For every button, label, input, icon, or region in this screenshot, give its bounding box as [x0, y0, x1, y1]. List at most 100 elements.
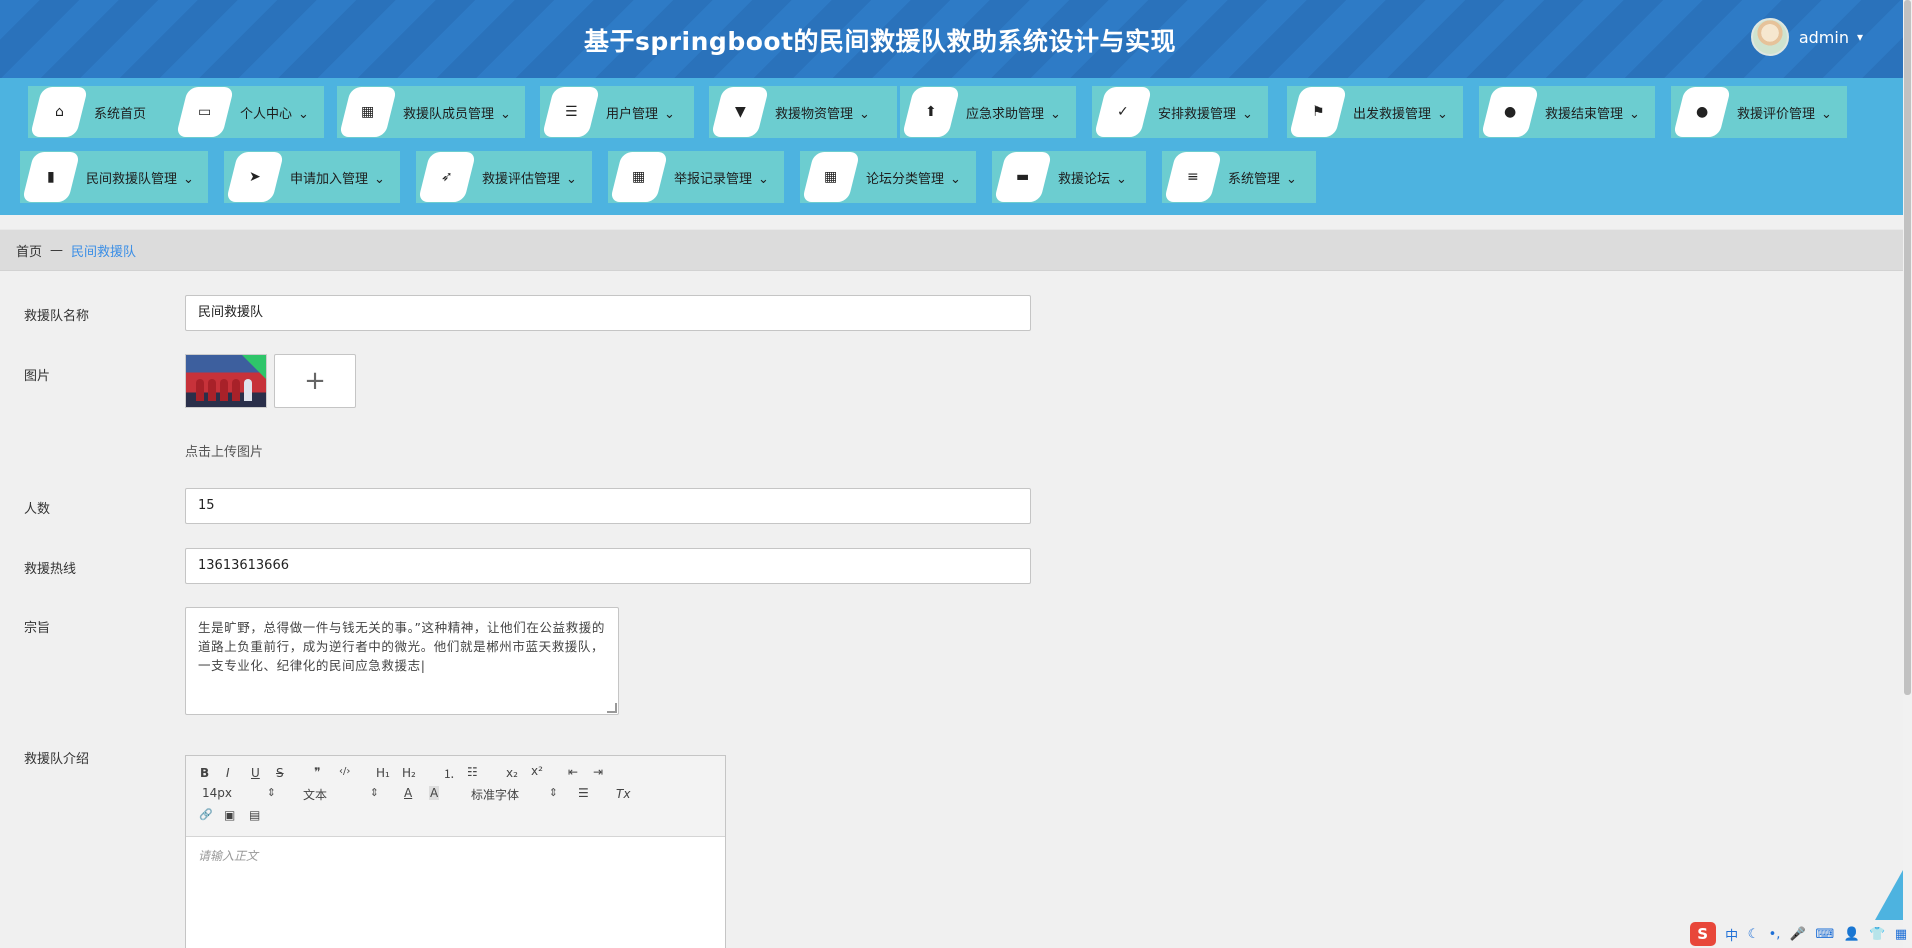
main-nav: ⌂ 系统首页 ▭ 个人中心 ⌄ ▦ 救援队成员管理 ⌄ ☰ 用户管理 ⌄ ▼ 救援物资管理 ⌄ ⬆ 应急求助管… [0, 78, 1903, 215]
chevron-down-icon: ⌄ [1116, 172, 1127, 187]
bold-icon[interactable]: B [200, 766, 209, 780]
keyboard-icon[interactable]: ⌨ [1815, 927, 1834, 942]
nav-item-system-management[interactable]: ≡ 系统管理 ⌄ [1162, 151, 1316, 203]
image-icon[interactable]: ▣ [224, 808, 235, 822]
purpose-label: 宗旨 [24, 621, 51, 636]
team-name-input[interactable]: 民间救援队 [185, 295, 1031, 331]
nav-item-departure-management[interactable]: ⚑ 出发救援管理 ⌄ [1287, 86, 1463, 138]
team-name-label: 救援队名称 [24, 309, 90, 324]
nav-label-end-management: 救援结束管理 ⌄ [1545, 103, 1640, 122]
strike-icon[interactable]: S [276, 766, 284, 780]
chevron-down-icon: ⌄ [1286, 172, 1297, 187]
user-icon[interactable]: 👤 [1844, 927, 1860, 942]
assessment-management-icon-glyph: ➶ [441, 169, 453, 185]
link-icon[interactable]: 🔗 [199, 808, 213, 821]
clear-format-icon[interactable]: Tx [616, 787, 630, 801]
underline-icon[interactable]: U [251, 766, 260, 780]
end-management-icon-glyph: ● [1503, 104, 1517, 120]
corner-decoration [1875, 870, 1903, 920]
chevron-down-icon: ⌄ [500, 107, 511, 122]
video-icon[interactable]: ▤ [249, 808, 260, 822]
nav-item-emergency-management[interactable]: ⬆ 应急求助管理 ⌄ [900, 86, 1076, 138]
chevron-down-icon: ⌄ [183, 172, 194, 187]
nav-label-text: 民间救援队管理 [86, 172, 178, 187]
nav-item-home[interactable]: ⌂ 系统首页 [28, 86, 182, 138]
uploaded-image-thumbnail[interactable] [185, 354, 267, 408]
nav-item-supplies-management[interactable]: ▼ 救援物资管理 ⌄ [709, 86, 897, 138]
nav-item-arrange-management[interactable]: ✓ 安排救援管理 ⌄ [1092, 86, 1268, 138]
forum-icon-glyph: ▬ [1016, 169, 1030, 185]
nav-label-text: 救援物资管理 [775, 107, 854, 122]
font-size-select[interactable]: 14px [202, 786, 276, 800]
outdent-icon[interactable]: ⇤ [568, 765, 578, 779]
purpose-textarea[interactable]: 生是旷野，总得做一件与钱无关的事。”这种精神，让他们在公益救援的道路上负重前行，… [185, 607, 619, 715]
assessment-management-icon: ➶ [417, 152, 477, 202]
upload-hint: 点击上传图片 [185, 445, 264, 460]
image-label: 图片 [24, 369, 51, 384]
moon-icon[interactable]: ☾ [1748, 927, 1760, 942]
nav-item-personal-center[interactable]: ▭ 个人中心 ⌄ [174, 86, 324, 138]
page-scrollbar[interactable] [1903, 0, 1912, 948]
nav-item-review-management[interactable]: ● 救援评价管理 ⌄ [1671, 86, 1847, 138]
nav-item-forum[interactable]: ▬ 救援论坛 ⌄ [992, 151, 1146, 203]
nav-label-personal-center: 个人中心 ⌄ [240, 103, 309, 122]
nav-item-member-management[interactable]: ▦ 救援队成员管理 ⌄ [337, 86, 525, 138]
font-color-icon[interactable]: A [404, 786, 412, 800]
nav-item-join-management[interactable]: ➤ 申请加入管理 ⌄ [224, 151, 400, 203]
microphone-icon[interactable]: 🎤 [1790, 927, 1806, 942]
text-format-select[interactable]: 文本 [303, 786, 379, 803]
departure-management-icon-glyph: ⚑ [1311, 104, 1325, 120]
chevron-down-icon: ⌄ [1437, 107, 1448, 122]
nav-label-emergency-management: 应急求助管理 ⌄ [966, 103, 1061, 122]
scrollbar-thumb[interactable] [1904, 0, 1911, 695]
nav-label-text: 救援评估管理 [482, 172, 561, 187]
sogou-logo-icon[interactable]: S [1689, 922, 1716, 946]
h2-icon[interactable]: H₂ [402, 766, 416, 780]
app-title: 基于springboot的民间救援队救助系统设计与实现 [583, 27, 1177, 56]
nav-label-forum: 救援论坛 ⌄ [1058, 168, 1127, 187]
ime-language-toggle[interactable]: 中 [1725, 925, 1738, 944]
subscript-icon[interactable]: x₂ [506, 766, 518, 780]
chevron-down-icon: ⌄ [1629, 107, 1640, 122]
chevron-down-icon: ⌄ [859, 107, 870, 122]
purpose-text: 生是旷野，总得做一件与钱无关的事。”这种精神，让他们在公益救援的道路上负重前行，… [198, 620, 605, 673]
nav-item-end-management[interactable]: ● 救援结束管理 ⌄ [1479, 86, 1655, 138]
blockquote-icon[interactable]: ❞ [314, 765, 320, 779]
editor-placeholder: 请输入正文 [198, 849, 259, 863]
review-management-icon: ● [1672, 87, 1732, 137]
background-color-icon[interactable]: A [429, 786, 440, 800]
breadcrumb-home[interactable]: 首页 [16, 241, 42, 260]
upload-image-button[interactable]: + [274, 354, 356, 408]
user-menu[interactable]: admin ▾ [1750, 18, 1863, 56]
nav-item-report-management[interactable]: ▦ 举报记录管理 ⌄ [608, 151, 784, 203]
nav-item-assessment-management[interactable]: ➶ 救援评估管理 ⌄ [416, 151, 592, 203]
forum-icon: ▬ [993, 152, 1053, 202]
nav-item-team-management[interactable]: ▮ 民间救援队管理 ⌄ [20, 151, 208, 203]
h1-icon[interactable]: H₁ [376, 766, 390, 780]
align-icon[interactable]: ☰ [578, 786, 589, 800]
nav-label-text: 安排救援管理 [1158, 107, 1237, 122]
punctuation-icon[interactable]: •, [1769, 927, 1781, 942]
superscript-icon[interactable]: x² [531, 764, 543, 778]
code-block-icon[interactable]: ‹/› [339, 766, 350, 777]
indent-icon[interactable]: ⇥ [593, 765, 603, 779]
editor-content[interactable]: 请输入正文 [186, 837, 725, 874]
hotline-input[interactable]: 13613613666 [185, 548, 1031, 584]
italic-icon[interactable]: I [226, 766, 230, 780]
ordered-list-icon[interactable]: ⒈ [443, 765, 455, 782]
bullet-list-icon[interactable]: ☷ [467, 765, 478, 779]
plus-icon: + [304, 366, 326, 396]
nav-item-forum-category-management[interactable]: ▦ 论坛分类管理 ⌄ [800, 151, 976, 203]
resize-handle[interactable] [607, 703, 617, 713]
chevron-down-icon: ⌄ [374, 172, 385, 187]
skin-icon[interactable]: 👕 [1869, 927, 1885, 942]
toolbox-icon[interactable]: ▦ [1895, 927, 1907, 942]
breadcrumb-separator: — [50, 242, 64, 258]
member-count-input[interactable]: 15 [185, 488, 1031, 524]
username: admin [1798, 27, 1849, 47]
nav-item-user-management[interactable]: ☰ 用户管理 ⌄ [540, 86, 694, 138]
font-family-select[interactable]: 标准字体 [471, 786, 558, 803]
breadcrumb: 首页 — 民间救援队 [0, 229, 1903, 271]
nav-label-join-management: 申请加入管理 ⌄ [290, 168, 385, 187]
join-management-icon: ➤ [225, 152, 285, 202]
